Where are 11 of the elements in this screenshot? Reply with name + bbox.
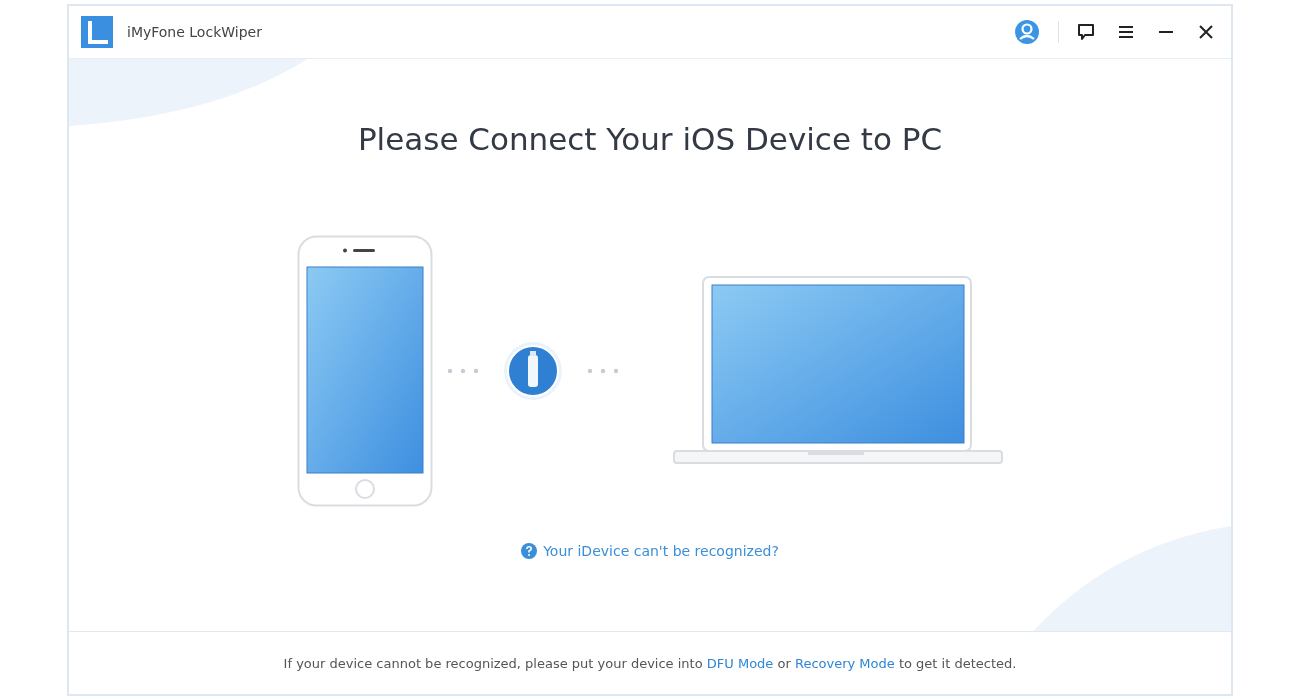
mode-link[interactable]: DFU Mode bbox=[706, 655, 774, 671]
help-icon bbox=[521, 543, 538, 559]
mode-link[interactable]: Recovery Mode bbox=[794, 655, 895, 671]
footer-note: If your device cannot be recognized, please put your device into DFU Mode or Recovery Mode to get it detected. bbox=[283, 655, 1017, 671]
app-logo-icon bbox=[81, 16, 113, 48]
page-heading: Please Connect Your iOS Device to PC bbox=[357, 121, 943, 157]
usb-cable-icon bbox=[503, 341, 563, 401]
dots-icon bbox=[587, 368, 619, 374]
dots-icon bbox=[447, 368, 479, 374]
window-title: iMyFone LockWiper bbox=[127, 24, 263, 40]
help-link[interactable]: Your iDevice can't be recognized? bbox=[521, 543, 779, 559]
